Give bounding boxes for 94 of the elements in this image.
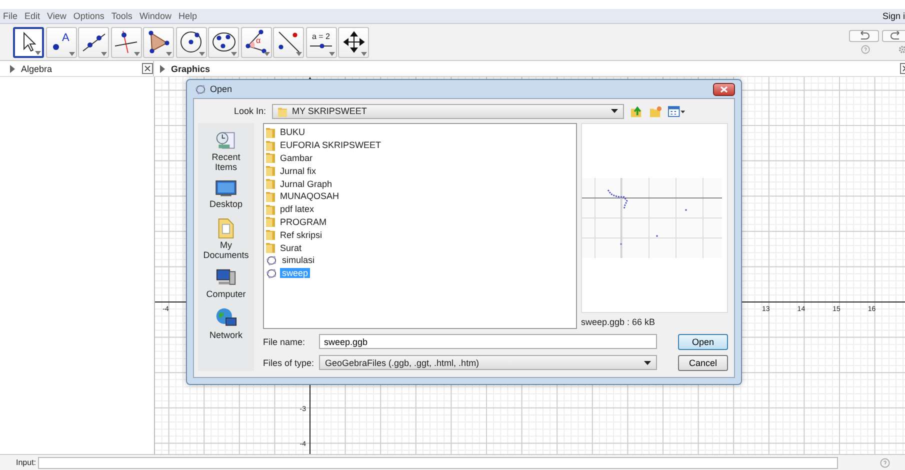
folder-icon	[266, 152, 275, 164]
view-menu-icon[interactable]	[668, 106, 686, 116]
computer-icon	[215, 268, 237, 288]
redo-icon	[890, 31, 902, 41]
tool-button[interactable]	[338, 26, 369, 58]
panel-title: Graphics	[171, 64, 210, 74]
place-item[interactable]: Recent Items	[198, 129, 254, 172]
folder-icon	[266, 140, 275, 151]
tool-button[interactable]	[176, 26, 206, 58]
panel-title: Algebra	[21, 64, 52, 74]
folder-icon	[266, 204, 275, 215]
input-field[interactable]	[38, 456, 838, 468]
submenu-triangle-icon	[198, 52, 204, 56]
folder-icon	[266, 165, 275, 176]
folder-icon	[266, 178, 275, 190]
menu-item[interactable]: File	[2, 11, 19, 21]
open-button[interactable]: Open	[678, 334, 728, 350]
monitor-icon	[215, 180, 237, 198]
submenu-triangle-icon	[68, 52, 74, 56]
folder-icon	[266, 216, 275, 228]
folder-icon	[266, 190, 275, 202]
submenu-triangle-icon	[134, 52, 140, 56]
submenu-triangle-icon	[328, 52, 334, 56]
geogebra-file-icon	[266, 268, 277, 279]
caret-icon	[644, 360, 651, 364]
list-entry[interactable]: Jurnal Graph	[266, 177, 574, 190]
submenu-triangle-icon	[35, 50, 41, 54]
list-entry[interactable]: PROGRAM	[266, 216, 574, 228]
folder-icon	[266, 229, 275, 240]
close-icon	[720, 86, 728, 92]
expand-icon[interactable]	[160, 64, 165, 72]
place-item[interactable]: Network	[198, 307, 254, 340]
menu-item[interactable]: Window	[138, 11, 172, 21]
submenu-triangle-icon	[361, 52, 367, 56]
close-button[interactable]	[713, 82, 735, 96]
crossing-lines-icon	[113, 29, 139, 55]
menu-item[interactable]: Edit	[24, 11, 42, 21]
expand-icon[interactable]	[10, 64, 15, 72]
menu-item[interactable]: Tools	[110, 11, 134, 21]
list-entry[interactable]: MUNAQOSAH	[266, 190, 574, 203]
sign-in-link[interactable]: Sign i	[882, 11, 905, 21]
tool-button[interactable]	[143, 26, 174, 58]
submenu-triangle-icon	[264, 52, 270, 56]
place-item[interactable]: My Documents	[198, 217, 254, 260]
submenu-triangle-icon	[101, 52, 107, 56]
tool-button[interactable]	[273, 26, 304, 58]
undo-icon	[858, 31, 870, 41]
line-and-point-icon	[276, 29, 302, 55]
folder-icon	[266, 126, 275, 138]
submenu-triangle-icon	[166, 52, 172, 56]
tool-button[interactable]	[208, 26, 239, 58]
four-way-arrow-icon	[340, 29, 366, 55]
geogebra-file-icon	[266, 254, 277, 266]
geogebra-icon	[195, 84, 206, 94]
menu-item[interactable]: Help	[177, 11, 198, 21]
file-name-label: File name:	[263, 336, 306, 346]
dialog-title: Open	[210, 84, 232, 94]
preview-caption: sweep.ggb : 66 kB	[581, 317, 656, 327]
folder-icon	[278, 106, 287, 116]
file-type-dropdown[interactable]: GeoGebraFiles (.ggb, .ggt, .html, .htm)	[319, 355, 657, 370]
list-entry[interactable]: Ref skripsi	[266, 228, 574, 242]
folder-icon	[217, 217, 235, 239]
tool-button[interactable]	[110, 26, 142, 58]
list-entry[interactable]: Surat	[266, 241, 574, 254]
circle-icon	[178, 29, 204, 55]
submenu-triangle-icon	[296, 52, 302, 56]
file-type-label: Files of type:	[263, 358, 316, 368]
place-item[interactable]: Computer	[198, 268, 254, 299]
input-label: Input:	[16, 458, 36, 467]
list-entry[interactable]: Jurnal fix	[266, 164, 574, 178]
folder-icon	[266, 242, 275, 254]
caret-icon	[611, 109, 618, 113]
up-folder-icon[interactable]	[630, 104, 643, 118]
undo-button[interactable]	[849, 30, 878, 42]
list-entry[interactable]: Gambar	[266, 152, 574, 164]
tool-button[interactable]	[78, 26, 109, 58]
list-entry[interactable]: BUKU	[266, 126, 574, 139]
close-icon[interactable]	[142, 63, 153, 74]
submenu-triangle-icon	[231, 52, 237, 56]
menu-item[interactable]: Options	[72, 11, 106, 21]
menu-item[interactable]: View	[46, 11, 68, 21]
globe-icon	[215, 307, 237, 329]
file-name-field[interactable]: sweep.ggb	[319, 334, 657, 349]
list-entry[interactable]: simulasi	[266, 254, 574, 267]
cancel-button[interactable]: Cancel	[678, 354, 728, 370]
list-entry[interactable]: pdf latex	[266, 202, 574, 216]
tool-button[interactable]	[13, 26, 44, 58]
look-in-label: Look In:	[232, 106, 266, 116]
place-item[interactable]: Desktop	[198, 180, 254, 209]
list-entry[interactable]: EUFORIA SKRIPSWEET	[266, 138, 574, 152]
redo-button[interactable]	[882, 30, 905, 42]
clock-document-icon	[215, 129, 237, 151]
triangle-icon	[146, 29, 172, 55]
look-in-dropdown[interactable]: MY SKRIPSWEET	[272, 104, 624, 118]
